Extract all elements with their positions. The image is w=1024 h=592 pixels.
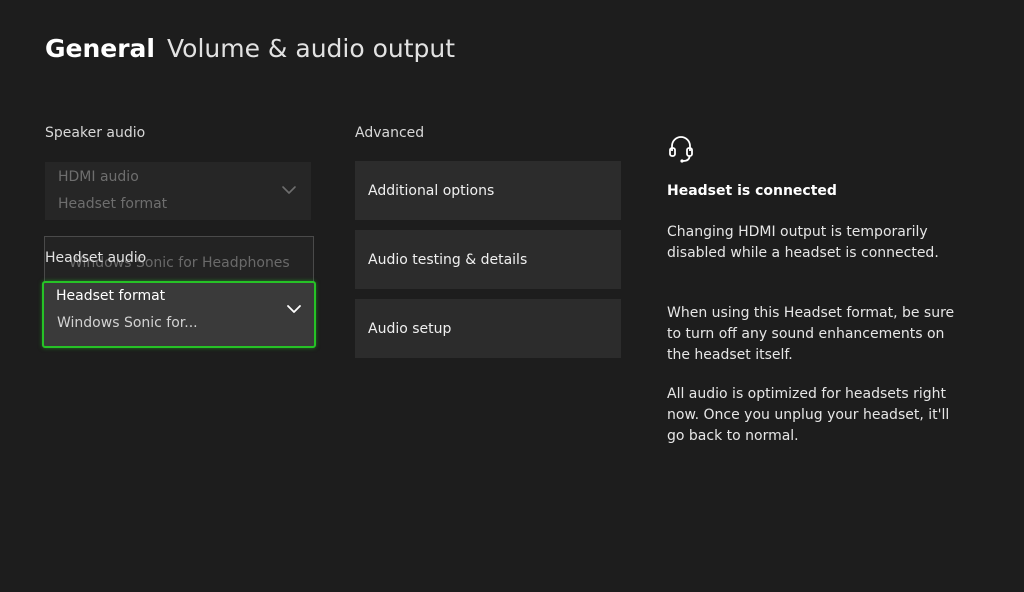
advanced-label: Advanced xyxy=(355,125,425,141)
info-paragraph: When using this Headset format, be sure … xyxy=(667,305,955,363)
headset-audio-label: Headset audio xyxy=(45,250,147,266)
headset-icon xyxy=(669,136,693,163)
dropdown-title: HDMI audio xyxy=(58,169,139,185)
speaker-audio-label: Speaker audio xyxy=(45,125,146,141)
chevron-down-icon xyxy=(287,305,301,313)
audio-setup-button[interactable]: Audio setup xyxy=(355,299,621,358)
info-paragraph: Changing HDMI output is temporarily disa… xyxy=(667,224,939,261)
page-header: General Volume & audio output xyxy=(45,34,455,70)
section-title: General xyxy=(45,34,155,63)
dropdown-value: Windows Sonic for... xyxy=(57,315,198,331)
page-title: Volume & audio output xyxy=(167,34,456,63)
additional-options-button[interactable]: Additional options xyxy=(355,161,621,220)
chevron-down-icon xyxy=(282,186,296,194)
info-panel: Headset is connected Changing HDMI outpu… xyxy=(667,134,967,444)
hdmi-audio-dropdown: HDMI audio Headset format xyxy=(45,162,311,220)
headset-format-dropdown[interactable]: Headset format Windows Sonic for... xyxy=(42,281,316,348)
info-paragraph: All audio is optimized for headsets righ… xyxy=(667,386,950,444)
info-headline: Headset is connected xyxy=(667,183,837,199)
audio-testing-details-button[interactable]: Audio testing & details xyxy=(355,230,621,289)
dropdown-value: Headset format xyxy=(58,196,168,212)
dropdown-title: Headset format xyxy=(56,288,166,304)
